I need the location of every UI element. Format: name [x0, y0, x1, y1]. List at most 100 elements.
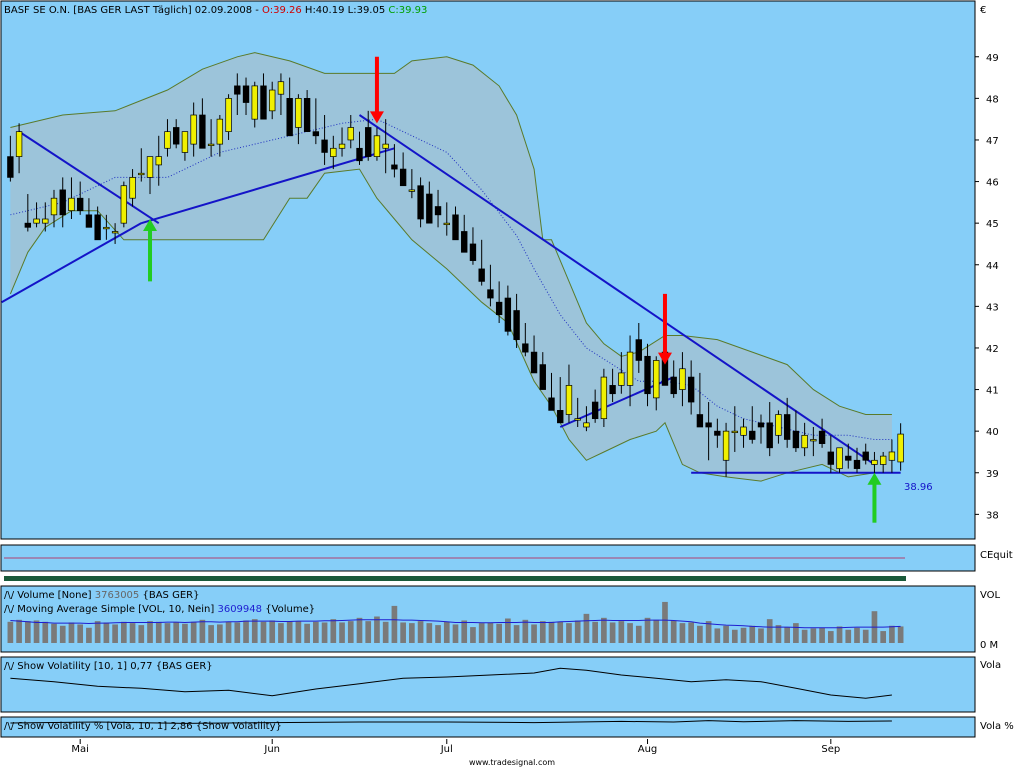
volume-bar [452, 624, 459, 643]
volume-bar [208, 625, 214, 643]
volatility-legend: /\/ Show Volatility [10, 1] 0,77 {BAS GE… [4, 661, 213, 672]
candle-body [295, 98, 302, 128]
volume-bar [382, 621, 389, 643]
candle-body [845, 455, 852, 461]
volatility-pct-axis: Vola % [980, 721, 1014, 732]
candle-body [216, 118, 224, 145]
candle-body [155, 156, 162, 166]
y-tick-label: 48 [986, 94, 999, 105]
volume-bar [173, 622, 180, 643]
volume-bar [234, 622, 241, 643]
volume-bar [557, 621, 564, 643]
candle-body [749, 430, 756, 440]
candle-body [548, 397, 555, 411]
candle-body [836, 447, 843, 469]
volume-bar [147, 621, 153, 643]
volume-bar [618, 621, 625, 643]
volume-bar [199, 619, 206, 643]
volume-bar [583, 613, 590, 643]
volume-bar [653, 619, 660, 643]
candle-body [827, 451, 834, 465]
volume-bar [374, 616, 380, 643]
volume-bar [635, 625, 642, 643]
candle-body [879, 455, 887, 465]
volume-bar [391, 605, 398, 643]
volume-bar [889, 625, 895, 643]
candle-body [321, 139, 328, 153]
volume-bar [217, 624, 223, 643]
candle-body [443, 222, 450, 226]
volume-bar [94, 621, 101, 643]
x-tick-label: Mai [71, 744, 89, 755]
volume-bar [845, 629, 852, 643]
volume-bar [740, 627, 747, 643]
candle-body [129, 177, 136, 199]
volume-bar [592, 621, 598, 643]
candle-body [635, 339, 642, 361]
currency-label: € [980, 5, 986, 16]
volume-bar [103, 622, 110, 643]
volume-bar [548, 621, 555, 643]
candle-body [495, 301, 503, 316]
candle-body [234, 85, 241, 95]
volume-bar [784, 627, 791, 643]
volume-bar [688, 622, 694, 643]
candle-body [862, 451, 869, 461]
candle-body [530, 351, 538, 374]
volume-bar [295, 621, 302, 643]
candle-body [391, 164, 398, 170]
x-tick-label: Sep [821, 744, 840, 755]
candle-body [705, 422, 712, 428]
candle-body [434, 206, 442, 216]
candle-body [251, 85, 258, 120]
volume-bar [522, 619, 529, 643]
volume-bar [601, 617, 607, 643]
volume-bar [51, 623, 57, 643]
volume-bar [827, 631, 834, 643]
x-tick-label: Jul [440, 744, 453, 755]
volume-bar [112, 624, 118, 643]
watermark: www.tradesignal.com [469, 758, 555, 767]
volume-bar [347, 621, 354, 643]
volume-bar [7, 621, 14, 643]
y-tick-label: 40 [986, 427, 999, 438]
candle-body [269, 89, 276, 112]
candle-body [469, 243, 477, 261]
candle-body [199, 114, 206, 149]
volume-bar [435, 625, 441, 643]
x-tick-label: Jun [263, 744, 280, 755]
volume-bar [836, 626, 843, 643]
candle-body [478, 268, 485, 282]
candle-body [714, 430, 721, 436]
volume-bar [120, 621, 127, 643]
y-tick-label: 43 [986, 302, 999, 313]
volume-bar [819, 627, 825, 643]
candle-body [871, 459, 878, 465]
candle-body [356, 147, 363, 162]
candle-body [557, 410, 564, 424]
candle-body [591, 401, 599, 420]
x-tick-label: Aug [638, 744, 658, 755]
volume-bar [225, 621, 232, 643]
y-tick-label: 45 [986, 219, 999, 230]
volume-bar [260, 621, 267, 643]
candle-body [775, 414, 782, 436]
volume-bar [793, 623, 799, 643]
volume-bar [278, 623, 284, 643]
volume-bar [251, 619, 258, 643]
volume-bar [766, 619, 773, 643]
candle-body [487, 289, 494, 299]
volume-bar [810, 628, 817, 643]
support-value-label: 38.96 [904, 482, 933, 493]
candle-body [783, 414, 791, 440]
volume-bar [42, 621, 49, 643]
volume-bar [286, 621, 293, 643]
candle-body [373, 135, 381, 157]
volume-bar [164, 623, 171, 643]
candle-body [85, 214, 93, 228]
candle-body [539, 364, 546, 390]
candle-body [173, 127, 180, 145]
volume-bar [313, 621, 319, 643]
volume-legend: /\/ Volume [None] 3763005 {BAS GER} [4, 590, 199, 601]
volume-bar [627, 623, 633, 643]
